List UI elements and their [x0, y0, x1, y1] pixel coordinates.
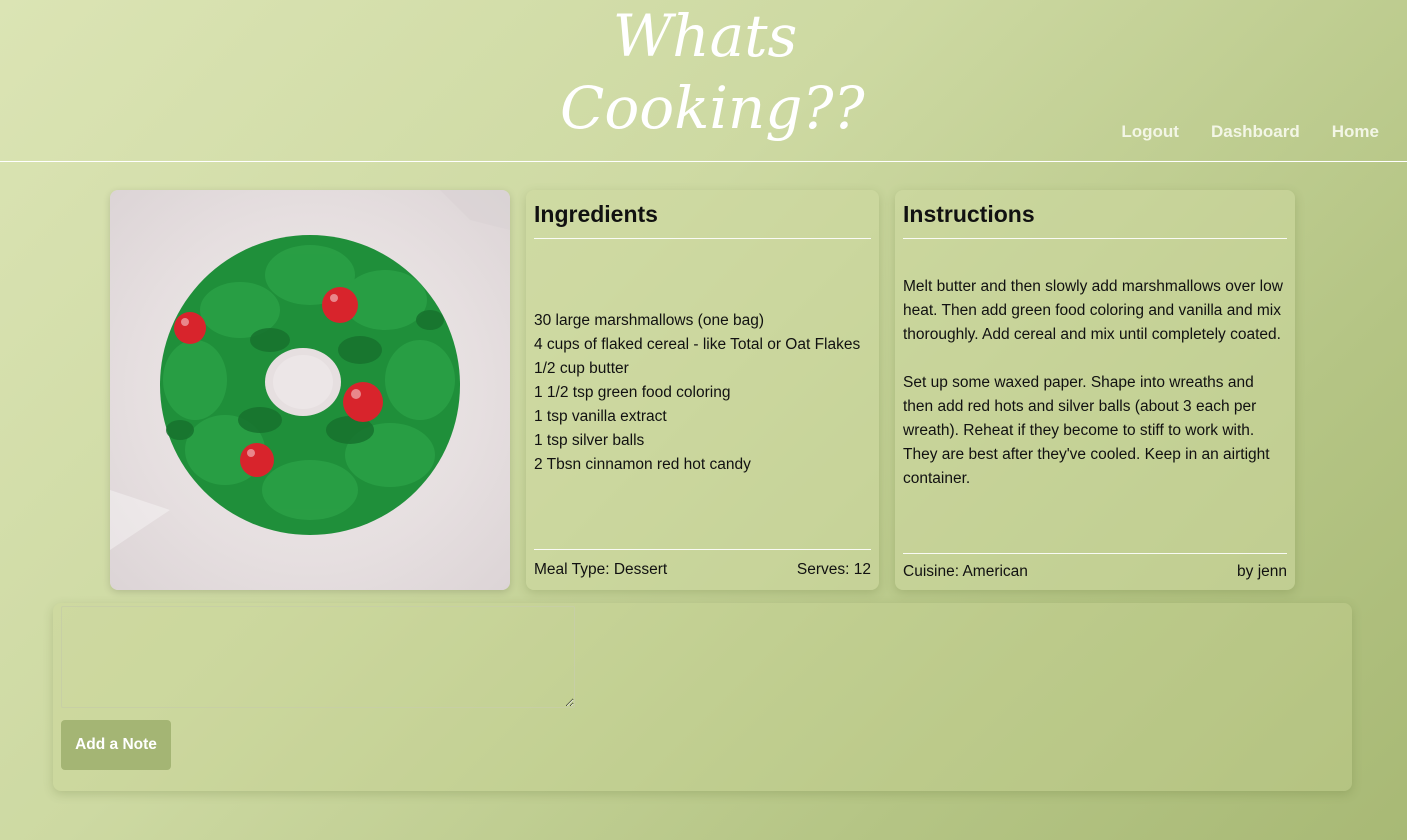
- ingredient-item: 1 1/2 tsp green food coloring: [534, 384, 731, 401]
- ingredients-footer: Meal Type: Dessert Serves: 12: [534, 561, 871, 579]
- notes-panel: Add a Note: [53, 603, 1352, 791]
- nav-home[interactable]: Home: [1332, 122, 1379, 142]
- instructions-text: Melt butter and then slowly add marshmal…: [903, 275, 1287, 491]
- add-note-button[interactable]: Add a Note: [61, 720, 171, 770]
- site-logo[interactable]: Whats Cooking??: [560, 0, 865, 160]
- ingredient-item: 1/2 cup butter: [534, 360, 629, 377]
- ingredients-title: Ingredients: [534, 201, 658, 227]
- instructions-card: Instructions Melt butter and then slowly…: [895, 190, 1295, 590]
- author: by jenn: [1237, 563, 1287, 580]
- instructions-footer: Cuisine: American by jenn: [903, 563, 1287, 581]
- instructions-divider: [903, 238, 1287, 239]
- cuisine: Cuisine: American: [903, 563, 1028, 580]
- note-input[interactable]: [61, 606, 575, 708]
- site-header: Whats Cooking?? Logout Dashboard Home: [0, 0, 1407, 162]
- ingredients-list: 30 large marshmallows (one bag) 4 cups o…: [534, 309, 879, 477]
- meal-type: Meal Type: Dessert: [534, 561, 668, 578]
- ingredients-divider: [534, 238, 871, 239]
- ingredient-item: 30 large marshmallows (one bag): [534, 312, 765, 329]
- logo-line-2: Cooking??: [560, 74, 865, 142]
- wreath-image: [110, 190, 510, 550]
- nav-dashboard[interactable]: Dashboard: [1211, 122, 1300, 142]
- ingredients-footer-divider: [534, 549, 871, 550]
- instructions-footer-divider: [903, 553, 1287, 554]
- instructions-paragraph: Set up some waxed paper. Shape into wrea…: [903, 374, 1270, 487]
- nav-logout[interactable]: Logout: [1121, 122, 1179, 142]
- ingredient-item: 1 tsp silver balls: [534, 432, 645, 449]
- logo-line-1: Whats: [612, 2, 798, 70]
- ingredient-item: 4 cups of flaked cereal - like Total or …: [534, 336, 861, 353]
- instructions-paragraph: Melt butter and then slowly add marshmal…: [903, 278, 1283, 343]
- main-nav: Logout Dashboard Home: [1121, 122, 1379, 142]
- ingredient-item: 1 tsp vanilla extract: [534, 408, 667, 425]
- instructions-title: Instructions: [903, 201, 1035, 227]
- serves-count: Serves: 12: [796, 561, 871, 578]
- recipe-photo: [110, 190, 510, 590]
- ingredients-card: Ingredients 30 large marshmallows (one b…: [526, 190, 879, 590]
- ingredient-item: 2 Tbsn cinnamon red hot candy: [534, 456, 751, 473]
